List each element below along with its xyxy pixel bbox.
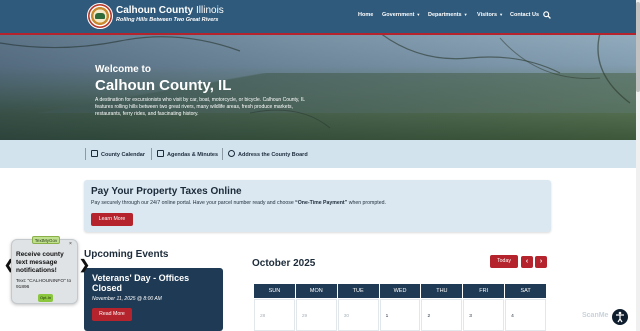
calendar-day-cell[interactable]: 1 (379, 299, 421, 331)
site-title-county: Calhoun County (116, 5, 194, 16)
nav-visitors-label: Visitors (477, 12, 498, 18)
divider (85, 148, 86, 160)
divider (151, 148, 152, 160)
scrollbar-thumb[interactable] (636, 2, 640, 92)
tax-text-bold: “One-Time Payment” (295, 200, 348, 206)
nav-government-label: Government (382, 12, 415, 18)
nav-contact-us[interactable]: Contact Us (510, 12, 539, 18)
nav-visitors[interactable]: Visitors ▼ (477, 12, 503, 18)
county-seal-logo[interactable] (87, 3, 113, 29)
site-title[interactable]: Calhoun County Illinois (116, 5, 224, 16)
textmygov-badge: TextMyGov (32, 236, 60, 244)
hero-description: A destination for excursionists who visi… (95, 97, 305, 117)
popup-next-arrow[interactable]: ❯ (79, 257, 90, 273)
text-alert-popup: TextMyGov × Receive county text message … (11, 236, 78, 304)
weekday-label: SUN (254, 284, 295, 298)
nav-departments[interactable]: Departments ▼ (428, 12, 468, 18)
weekday-label: MON (295, 284, 337, 298)
nav-departments-label: Departments (428, 12, 462, 18)
tax-banner-text: Pay securely through our 24/7 online por… (91, 200, 386, 206)
upcoming-events-heading: Upcoming Events (84, 249, 169, 260)
weekday-label: THU (421, 284, 463, 298)
quick-link-label: Agendas & Minutes (167, 152, 219, 158)
search-icon[interactable] (543, 11, 551, 19)
today-button[interactable]: Today (490, 255, 518, 268)
calendar-day-cell[interactable]: 2 (421, 299, 463, 331)
tax-banner-title: Pay Your Property Taxes Online (91, 186, 242, 197)
site-header: Calhoun County Illinois Rolling Hills Be… (0, 0, 640, 33)
calendar-prev-button[interactable]: ‹ (521, 256, 533, 268)
calendar-weekday-header: SUN MON TUE WED THU FRI SAT (254, 284, 547, 298)
quick-links-bar: County Calendar Agendas & Minutes Addres… (0, 140, 640, 168)
quick-link-county-calendar[interactable]: County Calendar (91, 150, 145, 158)
site-tagline: Rolling Hills Between Two Great Rivers (116, 17, 219, 23)
quick-link-label: Address the County Board (238, 152, 308, 158)
nav-home[interactable]: Home (358, 12, 373, 18)
opt-in-button[interactable]: Opt-In (38, 294, 53, 302)
tax-text-before: Pay securely through our 24/7 online por… (91, 200, 296, 206)
calendar-month-title: October 2025 (252, 258, 316, 269)
close-icon[interactable]: × (69, 241, 72, 247)
event-date: November 11, 2025 @ 8:00 AM (92, 296, 162, 302)
chevron-down-icon: ▼ (416, 12, 421, 17)
accessibility-figure (616, 311, 624, 323)
accessibility-icon[interactable] (612, 309, 628, 325)
hero-banner: Welcome to Calhoun County, IL A destinat… (0, 33, 640, 140)
hero-title: Calhoun County, IL (95, 77, 232, 94)
tax-text-after: when prompted. (347, 200, 386, 206)
calendar-day-cell[interactable]: 28 (254, 299, 295, 331)
text-alert-instructions: Text: "CALHOUNINFO" to 91896 (16, 279, 72, 290)
learn-more-button[interactable]: Learn More (91, 213, 133, 226)
text-alert-title: Receive county text message notification… (16, 251, 64, 274)
event-title[interactable]: Veterans' Day - Offices Closed (92, 273, 217, 293)
quick-link-address-board[interactable]: Address the County Board (228, 150, 308, 158)
weekday-label: TUE (337, 284, 379, 298)
nav-home-label: Home (358, 12, 374, 18)
read-more-button[interactable]: Read More (92, 308, 132, 321)
calendar-next-button[interactable]: › (535, 256, 547, 268)
weekday-label: SAT (505, 284, 547, 298)
calendar-icon (91, 150, 98, 157)
chevron-down-icon: ▼ (499, 12, 504, 17)
scanme-widget[interactable]: ScanMe (582, 312, 608, 319)
property-tax-banner: Pay Your Property Taxes Online Pay secur… (84, 180, 551, 232)
divider (222, 148, 223, 160)
chat-icon (228, 150, 235, 157)
site-title-state: Illinois (196, 5, 224, 16)
calendar-week-row: 28 29 30 1 2 3 4 (254, 299, 547, 331)
calendar-day-cell[interactable]: 4 (505, 299, 547, 331)
calendar-day-cell[interactable]: 30 (337, 299, 379, 331)
event-card[interactable]: Veterans' Day - Offices Closed November … (84, 268, 223, 331)
weekday-label: WED (379, 284, 421, 298)
calendar-day-cell[interactable]: 3 (463, 299, 505, 331)
quick-link-label: County Calendar (101, 152, 146, 158)
chevron-down-icon: ▼ (463, 12, 468, 17)
calendar-day-cell[interactable]: 29 (295, 299, 337, 331)
page-scrollbar[interactable] (636, 0, 640, 331)
quick-link-agendas-minutes[interactable]: Agendas & Minutes (157, 150, 218, 158)
nav-government[interactable]: Government ▼ (382, 12, 420, 18)
clipboard-icon (157, 150, 164, 157)
hero-accent-line (0, 33, 640, 35)
weekday-label: FRI (463, 284, 505, 298)
nav-contact-label: Contact Us (510, 12, 540, 18)
hero-pretitle: Welcome to (95, 64, 151, 75)
